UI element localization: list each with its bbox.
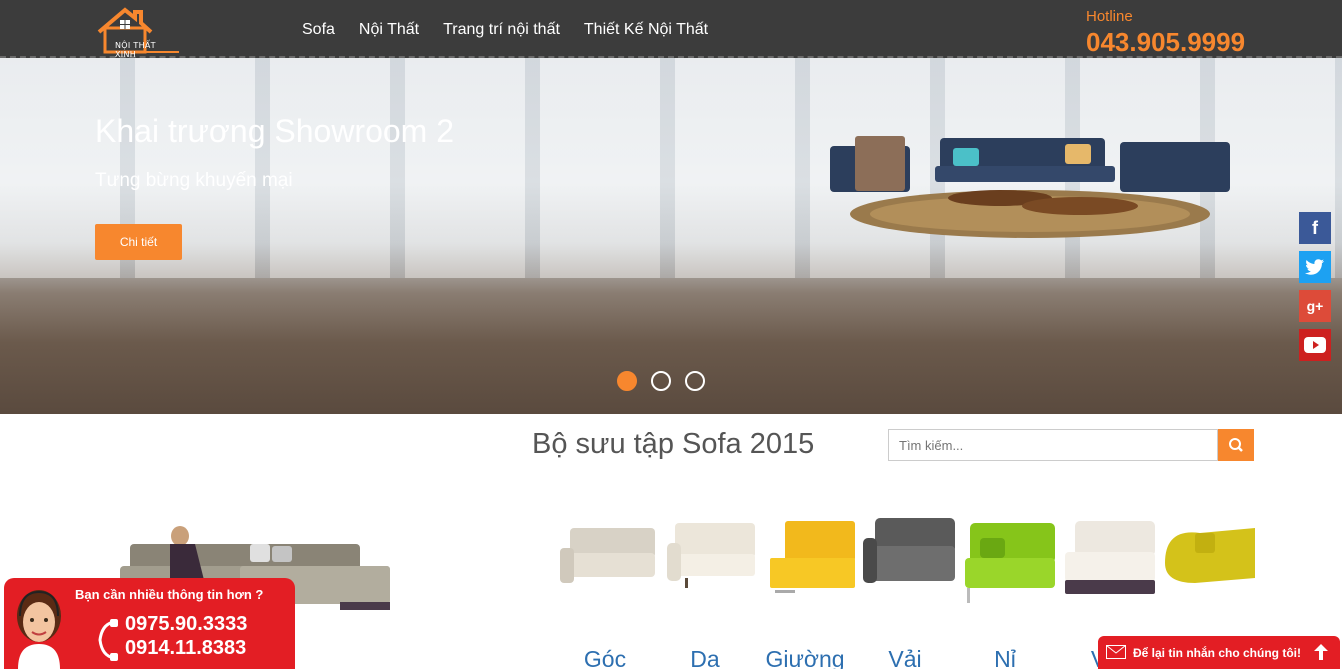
leave-message-label: Để lại tin nhắn cho chúng tôi!	[1133, 646, 1301, 660]
hotline-label: Hotline	[1086, 8, 1133, 25]
nav-item-noi-that[interactable]: Nội Thất	[359, 21, 419, 39]
search-button[interactable]	[1218, 429, 1254, 461]
facebook-icon[interactable]: f	[1299, 212, 1331, 244]
category-vai[interactable]: Vải	[855, 518, 955, 669]
hotline-number[interactable]: 043.905.9999	[1086, 27, 1245, 58]
hotline: Hotline 043.905.9999	[1086, 8, 1245, 58]
details-button[interactable]: Chi tiết	[95, 224, 182, 260]
google-plus-icon[interactable]: g+	[1299, 290, 1331, 322]
hero-sofa-image	[830, 136, 1230, 238]
category-label: Giường	[765, 646, 845, 669]
nav-item-trang-tri[interactable]: Trang trí nội thất	[443, 21, 560, 39]
hero-title: Khai trương Showroom 2	[95, 113, 455, 149]
category-goc[interactable]: Góc	[555, 518, 655, 669]
hero-slider: Khai trương Showroom 2 Tưng bừng khuyến …	[0, 58, 1342, 414]
site-logo[interactable]: NỘI THẤT XINH	[95, 6, 179, 59]
collection-title: Bộ sưu tập Sofa 2015	[532, 428, 815, 460]
slider-pagination	[617, 371, 705, 391]
contact-phone-1[interactable]: 0975.90.3333	[125, 613, 247, 636]
slider-dot-3[interactable]	[685, 371, 705, 391]
twitter-icon[interactable]	[1299, 251, 1331, 283]
support-agent-avatar	[17, 590, 61, 669]
hero-subtitle: Tưng bừng khuyến mại	[95, 170, 293, 191]
contact-phone-2[interactable]: 0914.11.8383	[125, 637, 246, 660]
category-giuong[interactable]: Giường	[755, 518, 855, 669]
slider-dot-2[interactable]	[651, 371, 671, 391]
youtube-icon[interactable]	[1299, 329, 1331, 361]
search-input[interactable]	[888, 429, 1218, 461]
nav-item-sofa[interactable]: Sofa	[302, 21, 335, 39]
leave-message-button[interactable]: Để lại tin nhắn cho chúng tôi!	[1098, 636, 1340, 669]
mail-icon	[1106, 645, 1126, 659]
logo-text: NỘI THẤT XINH	[115, 41, 156, 59]
phone-icon	[98, 619, 118, 661]
category-label: Nỉ	[994, 646, 1016, 669]
contact-box: Bạn cần nhiều thông tin hơn ? 0975.90.33…	[4, 578, 295, 669]
category-ni[interactable]: Nỉ	[955, 518, 1055, 669]
main-nav: Sofa Nội Thất Trang trí nội thất Thiết K…	[302, 21, 708, 39]
slider-dot-1[interactable]	[617, 371, 637, 391]
category-label: Góc	[583, 646, 627, 669]
site-header: NỘI THẤT XINH Sofa Nội Thất Trang trí nộ…	[0, 0, 1342, 59]
arrow-up-icon	[1314, 644, 1328, 660]
category-label: Vải	[888, 646, 922, 669]
contact-question: Bạn cần nhiều thông tin hơn ?	[75, 587, 264, 602]
search-icon	[1229, 438, 1243, 452]
social-links: f g+	[1299, 212, 1331, 368]
category-label: Da	[690, 646, 720, 669]
category-da[interactable]: Da	[655, 518, 755, 669]
nav-item-thiet-ke[interactable]: Thiết Kế Nội Thất	[584, 21, 708, 39]
